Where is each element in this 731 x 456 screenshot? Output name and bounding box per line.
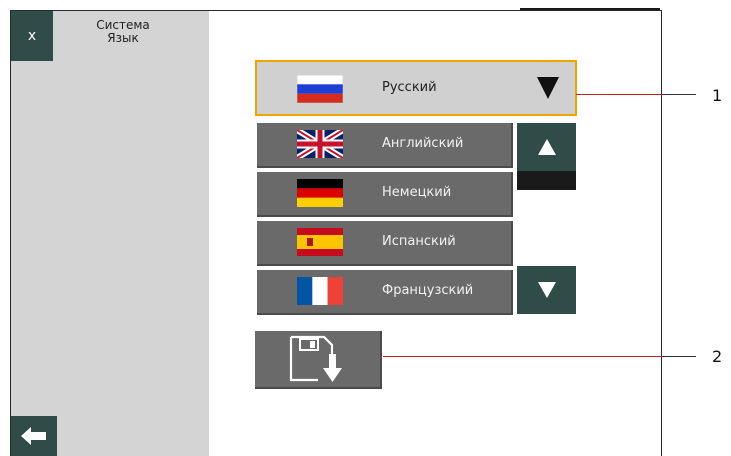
breadcrumb: Система Язык — [69, 19, 177, 45]
callout-1-tail — [662, 94, 696, 95]
arrow-up-icon — [538, 139, 556, 155]
chevron-down-icon[interactable] — [537, 77, 559, 99]
language-option-label: Испанский — [382, 234, 456, 249]
language-option-german[interactable]: Немецкий — [257, 172, 513, 217]
scrollbar-thumb[interactable] — [517, 171, 576, 190]
language-option-spanish[interactable]: Испанский — [257, 221, 513, 266]
breadcrumb-language: Язык — [107, 31, 139, 45]
language-option-french[interactable]: Французский — [257, 270, 513, 315]
scroll-up-button[interactable] — [517, 123, 576, 171]
france-flag-icon — [297, 277, 343, 305]
language-option-english[interactable]: Английский — [257, 123, 513, 168]
callout-2-number: 2 — [712, 347, 723, 366]
scroll-down-button[interactable] — [517, 266, 576, 314]
save-icon — [289, 335, 342, 382]
selected-language-label: Русский — [382, 80, 437, 95]
close-label: x — [27, 28, 37, 44]
back-button[interactable] — [11, 416, 57, 456]
uk-flag-icon — [297, 130, 343, 158]
callout-2-tail — [662, 356, 696, 357]
save-button[interactable] — [255, 331, 382, 389]
callout-2-line — [383, 356, 696, 357]
back-arrow-icon — [21, 427, 46, 445]
language-dropdown[interactable]: Русский — [255, 60, 577, 116]
language-option-label: Немецкий — [382, 185, 452, 200]
spain-flag-icon — [297, 228, 343, 256]
russia-flag-icon — [297, 75, 343, 103]
screen-frame: x Система Язык Русский Английский Немецк… — [10, 10, 662, 456]
sidebar: x Система Язык — [11, 11, 209, 456]
language-option-label: Английский — [382, 136, 464, 151]
language-list-scrollbar[interactable] — [517, 123, 576, 314]
germany-flag-icon — [297, 179, 343, 207]
language-option-label: Французский — [382, 283, 474, 298]
callout-1-number: 1 — [712, 86, 723, 105]
close-button[interactable]: x — [11, 11, 53, 61]
arrow-down-icon — [538, 282, 556, 298]
